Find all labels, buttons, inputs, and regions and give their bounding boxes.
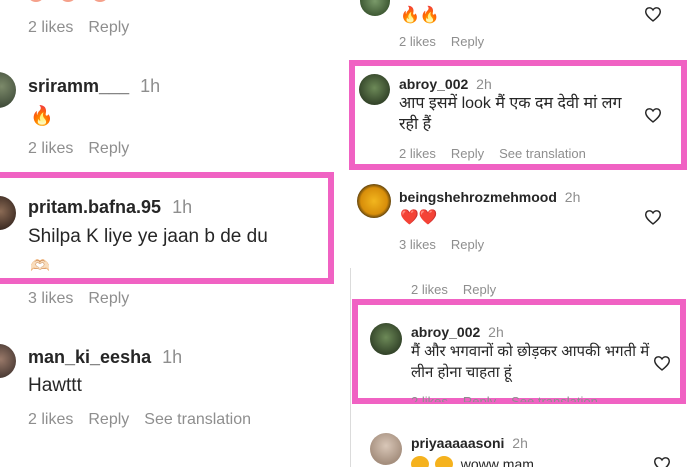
timestamp: 1h (162, 347, 183, 367)
comment-header: man_ki_eesha 1h (28, 347, 182, 368)
left-comments-panel: 2 likes Reply sriramm___ 1h 🔥 2 likes Repl… (0, 0, 342, 467)
clipped-emoji-row (28, 0, 118, 4)
comment-text: Shilpa K liye ye jaan b de du (28, 226, 268, 247)
comment-text: मैं और भगवानों को छोड़कर आपकी भगती में ल… (411, 343, 650, 381)
comment-text: Hawttt (28, 375, 82, 396)
avatar[interactable] (370, 323, 402, 355)
reply-button[interactable]: Reply (88, 290, 129, 307)
username[interactable]: sriramm___ (28, 76, 129, 96)
emoji (28, 0, 44, 2)
likes-count[interactable]: 2 likes (399, 146, 436, 161)
likes-count[interactable]: 3 likes (28, 290, 73, 307)
like-heart-icon[interactable] (644, 209, 662, 225)
comment-meta: 2 likes Reply See translation (28, 411, 266, 429)
timestamp: 2h (512, 435, 528, 451)
see-translation-link[interactable]: See translation (499, 146, 586, 161)
reply-button[interactable]: Reply (88, 411, 129, 428)
comment-emoji: 🫶🏻 (30, 258, 50, 275)
username[interactable]: pritam.bafna.95 (28, 197, 161, 217)
likes-count[interactable]: 2 likes (28, 140, 73, 157)
timestamp: 1h (172, 197, 193, 217)
comment-header: abroy_002 2h (411, 324, 504, 340)
timestamp: 2h (564, 189, 581, 205)
emoji (411, 456, 429, 467)
avatar[interactable] (0, 72, 16, 108)
timestamp: 1h (140, 76, 161, 96)
reply-button[interactable]: Reply (88, 19, 129, 36)
comment-meta: 3 likes Reply (399, 237, 499, 252)
avatar[interactable] (360, 0, 390, 16)
comment-meta: 2 likes Reply (399, 34, 499, 49)
reply-button[interactable]: Reply (451, 237, 484, 252)
reply-button[interactable]: Reply (88, 140, 129, 157)
see-translation-link[interactable]: See translation (144, 411, 251, 428)
comment-header: abroy_002 2h (399, 76, 492, 92)
reply-button[interactable]: Reply (463, 282, 496, 297)
comment-meta: 2 likes Reply (28, 140, 144, 158)
avatar[interactable] (359, 74, 390, 105)
comment-text: ❤️❤️ (400, 209, 438, 226)
timestamp: 2h (488, 324, 504, 340)
username[interactable]: abroy_002 (411, 324, 480, 340)
username[interactable]: beingshehrozmehmood (399, 189, 557, 205)
comment-header: beingshehrozmehmood 2h (399, 189, 580, 205)
reply-button[interactable]: Reply (463, 394, 496, 402)
comment-header: pritam.bafna.95 1h (28, 197, 192, 218)
reply-button[interactable]: Reply (451, 146, 484, 161)
comment-text: 🔥🔥 (400, 7, 440, 24)
username[interactable]: man_ki_eesha (28, 347, 151, 367)
like-heart-icon[interactable] (644, 107, 662, 123)
likes-count[interactable]: 2 likes (411, 394, 448, 402)
likes-count[interactable]: 3 likes (399, 237, 436, 252)
comment-header: sriramm___ 1h (28, 76, 160, 97)
emoji (434, 456, 453, 467)
comment-meta: 2 likes Reply (28, 19, 144, 37)
like-heart-icon[interactable] (644, 6, 662, 22)
likes-count[interactable]: 2 likes (411, 282, 448, 297)
right-top-comments-panel: 🔥🔥 2 likes Reply abroy_002 2h आप इसमें lo… (344, 0, 700, 262)
comment-text: आप इसमें look मैं एक दम देवी मां लग रही … (399, 95, 622, 133)
username[interactable]: abroy_002 (399, 76, 468, 92)
likes-count[interactable]: 2 likes (28, 19, 73, 36)
like-heart-icon[interactable] (653, 355, 671, 371)
comment-text: 🔥 (30, 106, 54, 127)
timestamp: 2h (476, 76, 492, 92)
avatar[interactable] (357, 184, 391, 218)
comment-emoji-row: woww mam (411, 455, 534, 467)
like-heart-icon[interactable] (653, 456, 671, 467)
right-bottom-comments-panel: 2 likes Reply abroy_002 2h मैं और भगवानों… (350, 268, 700, 467)
emoji (92, 0, 108, 2)
comment-meta: 3 likes Reply (28, 290, 144, 308)
comment-text: woww mam (460, 456, 534, 467)
avatar[interactable] (370, 433, 402, 465)
comment-meta: 2 likes Reply (411, 282, 511, 297)
likes-count[interactable]: 2 likes (399, 34, 436, 49)
comment-header: priyaaaaasoni 2h (411, 435, 528, 451)
emoji (60, 0, 76, 2)
likes-count[interactable]: 2 likes (28, 411, 73, 428)
see-translation-link[interactable]: See translation (511, 394, 598, 402)
comment-meta: 2 likes Reply See translation (411, 394, 613, 402)
reply-button[interactable]: Reply (451, 34, 484, 49)
avatar[interactable] (0, 344, 16, 378)
username[interactable]: priyaaaaasoni (411, 435, 504, 451)
comment-meta: 2 likes Reply See translation (399, 146, 601, 161)
